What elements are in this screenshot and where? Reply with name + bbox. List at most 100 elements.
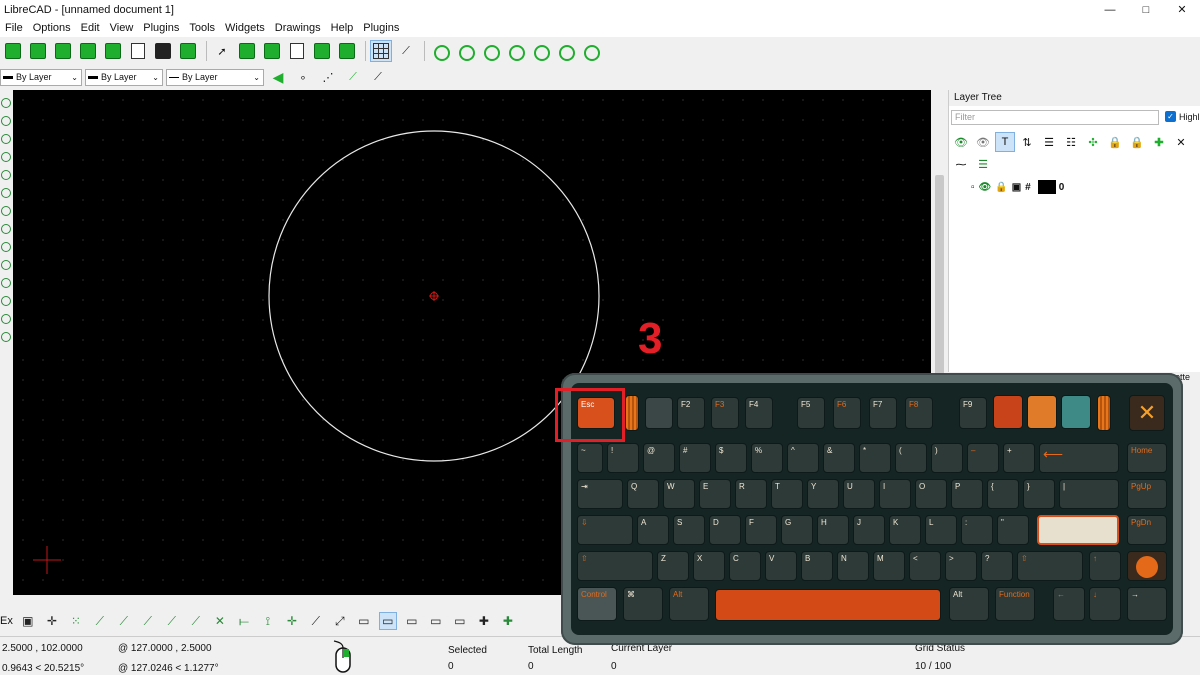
show-all-icon[interactable]: 👁 [951, 132, 971, 152]
menu-widgets[interactable]: Widgets [220, 20, 270, 37]
snap-distance-icon[interactable]: ⟋ [187, 612, 205, 630]
menu-plugins-2[interactable]: Plugins [358, 20, 404, 37]
snap-free-icon[interactable]: ▣ [19, 612, 37, 630]
print-icon[interactable]: ▣ [1012, 182, 1021, 193]
minimize-button[interactable]: — [1092, 0, 1128, 20]
snap-grid-button[interactable]: ⋰ [317, 66, 339, 88]
construction-icon[interactable]: # [1025, 182, 1031, 193]
save-as-button[interactable] [102, 40, 124, 62]
highlight-checkbox[interactable]: ✓ Highli [1165, 111, 1200, 122]
tree-icon[interactable]: ☷ [1061, 132, 1081, 152]
snap-grid-points-icon[interactable]: ⁙ [67, 612, 85, 630]
relative-zero-icon[interactable]: ⟋ [307, 612, 325, 630]
save-all-button[interactable] [127, 40, 149, 62]
modify-tool-icon[interactable] [1, 242, 11, 252]
menu-view[interactable]: View [105, 20, 139, 37]
snap-center-icon[interactable]: ⟋ [139, 612, 157, 630]
visible-eye-icon[interactable]: 👁 [979, 182, 992, 193]
menu-file[interactable]: File [0, 20, 28, 37]
snap-layer-icon[interactable]: ✣ [1083, 132, 1103, 152]
zoom-in-button[interactable] [454, 40, 476, 62]
select-pointer-button[interactable]: ➚ [211, 40, 233, 62]
snap-on-entity-icon[interactable]: ⟋ [115, 612, 133, 630]
add-layer-icon[interactable]: ✚ [1149, 132, 1169, 152]
view-5-icon[interactable]: ▭ [451, 612, 469, 630]
back-button[interactable]: ◀ [267, 66, 289, 88]
view-1-icon[interactable]: ▭ [355, 612, 373, 630]
zoom-pan-button[interactable] [579, 40, 601, 62]
new-file-button[interactable] [2, 40, 24, 62]
zoom-window-button[interactable] [554, 40, 576, 62]
line-tool-icon[interactable] [1, 98, 11, 108]
menu-help[interactable]: Help [326, 20, 359, 37]
list-icon[interactable]: ☰ [1039, 132, 1059, 152]
open-button[interactable] [52, 40, 74, 62]
color-combo[interactable]: By Layer ⌄ [0, 68, 82, 86]
zoom-out-button[interactable] [479, 40, 501, 62]
lock-all-icon[interactable]: 🔒 [1105, 132, 1125, 152]
layer-list-icon[interactable]: ☰ [973, 154, 993, 174]
circle-tool-icon[interactable] [1, 116, 11, 126]
snap-endpoints-icon[interactable]: ⟋ [91, 612, 109, 630]
edit-layer-icon[interactable]: ⁓ [951, 154, 971, 174]
snap-middle-icon[interactable]: ⟋ [163, 612, 181, 630]
layer-row[interactable]: ▫ 👁 🔒 ▣ # 0 [971, 180, 1064, 194]
width-combo[interactable]: By Layer ⌄ [85, 68, 163, 86]
collapse-icon[interactable]: ⇅ [1017, 132, 1037, 152]
redo-button[interactable] [261, 40, 283, 62]
grid-toggle-button[interactable] [370, 40, 392, 62]
zoom-previous-button[interactable] [529, 40, 551, 62]
print-preview-button[interactable] [177, 40, 199, 62]
zoom-redraw-button[interactable] [429, 40, 451, 62]
layer-add-icon[interactable]: ✚ [499, 612, 517, 630]
new-template-button[interactable] [27, 40, 49, 62]
snap-endpoint-button[interactable]: ⟋ [342, 66, 364, 88]
snap-free-button[interactable]: ∘ [292, 66, 314, 88]
lock-relative-zero-icon[interactable]: ⤢ [331, 612, 349, 630]
close-button[interactable]: ✕ [1164, 0, 1200, 20]
snap-middle-button[interactable]: ⟋ [367, 66, 389, 88]
text-tool-icon[interactable] [1, 260, 11, 270]
info-tool-icon[interactable] [1, 332, 11, 342]
dimension-tool-icon[interactable] [1, 224, 11, 234]
zoom-auto-button[interactable] [504, 40, 526, 62]
rectangle-tool-icon[interactable] [1, 188, 11, 198]
menu-drawings[interactable]: Drawings [270, 20, 326, 37]
block-tool-icon[interactable] [1, 314, 11, 324]
menu-plugins[interactable]: Plugins [138, 20, 184, 37]
unlock-all-icon[interactable]: 🔒 [1127, 132, 1147, 152]
snap-intersection-icon[interactable]: ✕ [211, 612, 229, 630]
menu-tools[interactable]: Tools [184, 20, 220, 37]
maximize-button[interactable]: □ [1128, 0, 1164, 20]
text-mode-icon[interactable]: T [995, 132, 1015, 152]
view-3-icon[interactable]: ▭ [403, 612, 421, 630]
plus-icon[interactable]: ✚ [475, 612, 493, 630]
spline-tool-icon[interactable] [1, 206, 11, 216]
hide-all-icon[interactable]: 👁 [973, 132, 993, 152]
draft-mode-button[interactable]: ⟋ [395, 40, 417, 62]
view-2-icon[interactable]: ▭ [378, 612, 397, 630]
undo-button[interactable] [236, 40, 258, 62]
layer-frame-icon: ▫ [971, 181, 975, 193]
remove-layer-icon[interactable]: ✕ [1171, 132, 1191, 152]
restrict-horizontal-icon[interactable]: ⟝ [235, 612, 253, 630]
cut-button[interactable] [286, 40, 308, 62]
copy-button[interactable] [311, 40, 333, 62]
lock-icon[interactable]: 🔒 [995, 182, 1007, 193]
print-button[interactable] [152, 40, 174, 62]
image-tool-icon[interactable] [1, 296, 11, 306]
restrict-vertical-icon[interactable]: ⟟ [259, 612, 277, 630]
polyline-tool-icon[interactable] [1, 170, 11, 180]
view-4-icon[interactable]: ▭ [427, 612, 445, 630]
menu-options[interactable]: Options [28, 20, 76, 37]
save-button[interactable] [77, 40, 99, 62]
paste-button[interactable] [336, 40, 358, 62]
hatch-tool-icon[interactable] [1, 278, 11, 288]
menu-edit[interactable]: Edit [76, 20, 105, 37]
snap-grid-icon[interactable]: ✛ [43, 612, 61, 630]
layer-filter-input[interactable]: Filter [951, 110, 1159, 125]
ellipse-tool-icon[interactable] [1, 152, 11, 162]
arc-tool-icon[interactable] [1, 134, 11, 144]
restrict-orthogonal-icon[interactable]: ✛ [283, 612, 301, 630]
linetype-combo[interactable]: By Layer ⌄ [166, 68, 264, 86]
